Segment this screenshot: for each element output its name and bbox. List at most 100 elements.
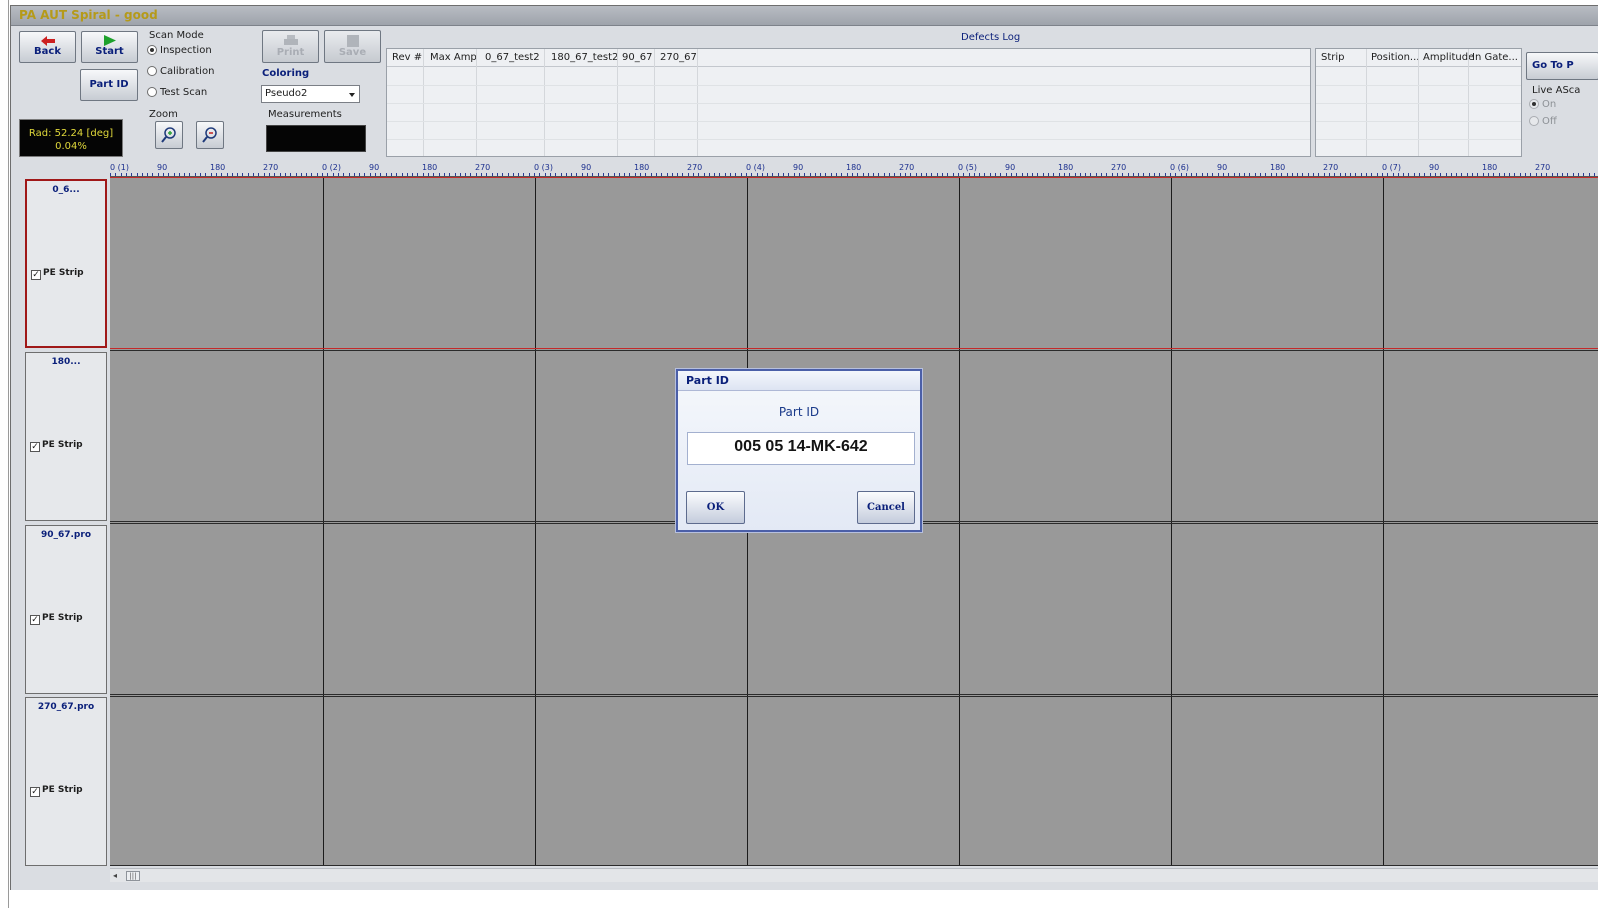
col-180-67-test2[interactable]: 180_67_test2 xyxy=(551,52,618,63)
save-button[interactable]: Save xyxy=(324,30,381,63)
dialog-body: Part ID 005 05 14-MK-642 OK Cancel xyxy=(678,391,920,530)
ruler-minor-tick xyxy=(1361,173,1362,176)
strip-divider xyxy=(110,350,1598,351)
ruler-minor-tick xyxy=(359,173,360,176)
part-id-button[interactable]: Part ID xyxy=(80,69,138,101)
ruler-minor-tick xyxy=(375,173,376,176)
ruler-minor-tick xyxy=(1530,173,1531,176)
strip-name: 0_6... xyxy=(52,185,80,195)
scroll-left-icon[interactable]: ◂ xyxy=(113,871,117,880)
coloring-select[interactable]: Pseudo2 xyxy=(261,85,360,103)
zoom-out-button[interactable] xyxy=(196,121,224,149)
col-in-gate[interactable]: In Gate... xyxy=(1472,52,1518,63)
ruler-minor-tick xyxy=(1393,173,1394,176)
col-amplitude[interactable]: Amplitude xyxy=(1423,52,1474,63)
pe-strip-checkbox[interactable]: ✓ PE Strip xyxy=(30,440,83,452)
ruler-minor-tick xyxy=(656,173,657,176)
pe-strip-checkbox[interactable]: ✓ PE Strip xyxy=(30,613,83,625)
col-0-67-test2[interactable]: 0_67_test2 xyxy=(485,52,540,63)
ruler-minor-tick xyxy=(1170,173,1171,176)
ruler-minor-tick xyxy=(719,173,720,176)
ruler-minor-tick xyxy=(1228,173,1229,176)
zoom-in-button[interactable] xyxy=(155,121,183,149)
ruler-minor-tick xyxy=(1509,173,1510,176)
ruler-minor-tick xyxy=(1483,173,1484,176)
radio-test-scan[interactable]: Test Scan xyxy=(147,87,207,98)
ruler-minor-tick xyxy=(1207,173,1208,176)
col-270-67[interactable]: 270_67 xyxy=(660,52,697,63)
go-to-button[interactable]: Go To P xyxy=(1526,52,1598,80)
print-button[interactable]: Print xyxy=(262,30,319,63)
ruler-minor-tick xyxy=(354,173,355,176)
save-label: Save xyxy=(338,47,367,58)
checkbox-icon: ✓ xyxy=(30,442,40,452)
ruler-minor-tick xyxy=(327,173,328,176)
ruler-minor-tick xyxy=(592,173,593,176)
ruler-minor-tick xyxy=(391,173,392,176)
ruler-minor-tick xyxy=(1504,173,1505,176)
ruler-minor-tick xyxy=(1408,173,1409,176)
ruler-minor-tick xyxy=(953,173,954,176)
ruler-minor-tick xyxy=(735,173,736,176)
row-divider xyxy=(387,121,1310,122)
ruler-minor-tick xyxy=(200,173,201,176)
ruler-tick-label: 270 xyxy=(899,163,915,172)
scroll-thumb[interactable]: ||| xyxy=(126,871,140,881)
ruler-minor-tick xyxy=(799,173,800,176)
ruler-minor-tick xyxy=(1589,173,1590,176)
ruler-minor-tick xyxy=(651,173,652,176)
ruler-minor-tick xyxy=(926,173,927,176)
ruler-minor-tick xyxy=(1488,173,1489,176)
ruler-minor-tick xyxy=(311,173,312,176)
ruler-minor-tick xyxy=(481,173,482,176)
ruler-minor-tick xyxy=(937,173,938,176)
ruler-minor-tick xyxy=(931,173,932,176)
ruler-minor-tick xyxy=(820,173,821,176)
ruler-minor-tick xyxy=(783,173,784,176)
ruler-minor-tick xyxy=(1302,173,1303,176)
start-button[interactable]: Start xyxy=(81,31,138,63)
ruler-tick-label: 180 xyxy=(1482,163,1498,172)
horizontal-scrollbar[interactable]: ◂ ||| xyxy=(110,868,1598,882)
radio-live-off[interactable]: Off xyxy=(1529,116,1557,127)
radio-live-on[interactable]: On xyxy=(1529,99,1556,110)
ruler-minor-tick xyxy=(1514,173,1515,176)
ruler-minor-tick xyxy=(1175,173,1176,176)
col-rev[interactable]: Rev # xyxy=(392,52,422,63)
ruler-minor-tick xyxy=(306,173,307,176)
defects-log-table: Rev # Max Amp 0_67_test2 180_67_test2 90… xyxy=(386,48,1311,157)
cancel-button[interactable]: Cancel xyxy=(857,491,915,524)
ruler-minor-tick xyxy=(1398,173,1399,176)
ruler-minor-tick xyxy=(1016,173,1017,176)
coloring-value: Pseudo2 xyxy=(265,88,308,99)
strip-panel-3[interactable]: 90_67.pro ✓ PE Strip xyxy=(25,525,107,694)
ruler-tick-label: 270 xyxy=(1111,163,1127,172)
col-position[interactable]: Position... xyxy=(1371,52,1419,63)
radio-calibration[interactable]: Calibration xyxy=(147,66,214,77)
checkbox-icon: ✓ xyxy=(30,615,40,625)
ruler-tick-label: 180 xyxy=(634,163,650,172)
pe-strip-checkbox[interactable]: ✓ PE Strip xyxy=(30,785,83,797)
ok-button[interactable]: OK xyxy=(686,491,745,524)
col-90-67[interactable]: 90_67 xyxy=(622,52,652,63)
strip-panel-2[interactable]: 180... ✓ PE Strip xyxy=(25,352,107,521)
strip-name: 90_67.pro xyxy=(40,530,92,540)
row-divider xyxy=(1316,139,1521,140)
ruler-minor-tick xyxy=(338,173,339,176)
back-button[interactable]: Back xyxy=(19,31,76,63)
angle-ruler: 0 (1) 90 180 270 0 (2) 90 180 270 0 (3) 90 180 270 0… xyxy=(110,163,1598,177)
ruler-minor-tick xyxy=(677,173,678,176)
col-max-amp[interactable]: Max Amp xyxy=(430,52,477,63)
col-strip[interactable]: Strip xyxy=(1321,52,1345,63)
ruler-minor-tick xyxy=(1536,173,1537,176)
status-display: Rad: 52.24 [deg] 0.04% xyxy=(19,119,123,157)
ruler-minor-tick xyxy=(455,173,456,176)
strip-panel-4[interactable]: 270_67.pro ✓ PE Strip xyxy=(25,697,107,866)
pe-strip-checkbox[interactable]: ✓ PE Strip xyxy=(31,268,84,280)
ruler-minor-tick xyxy=(1340,173,1341,176)
strip-panel-1[interactable]: 0_6... ✓ PE Strip xyxy=(25,179,107,348)
checkbox-label: PE Strip xyxy=(43,268,84,278)
radio-inspection[interactable]: Inspection xyxy=(147,45,212,56)
defects-log-header: Rev # Max Amp 0_67_test2 180_67_test2 90… xyxy=(387,49,1310,67)
part-id-input[interactable]: 005 05 14-MK-642 xyxy=(687,432,915,465)
